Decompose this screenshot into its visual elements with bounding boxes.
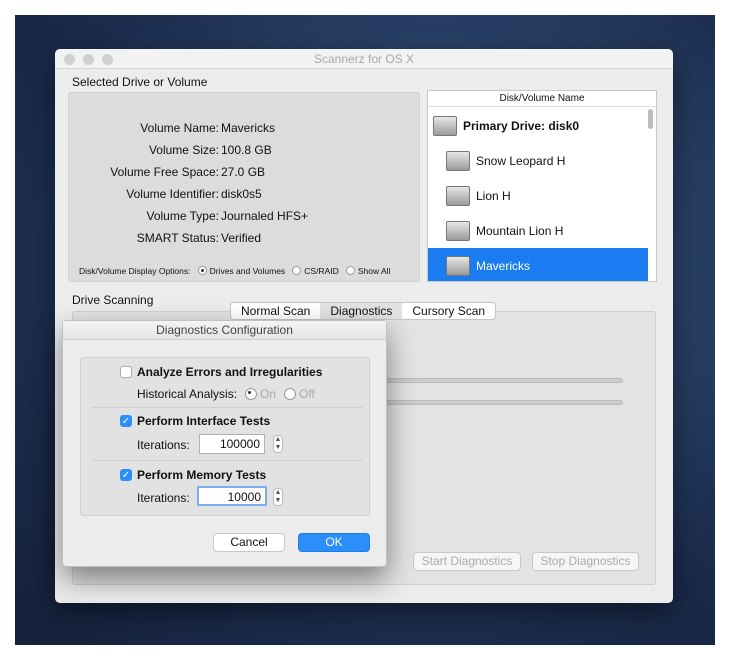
progress-bar [383, 378, 623, 383]
hard-drive-icon [446, 150, 470, 171]
display-options-label: Disk/Volume Display Options: [79, 266, 191, 276]
option-drives-volumes[interactable]: Drives and Volumes [197, 266, 286, 276]
list-item-label: Primary Drive: disk0 [463, 118, 580, 133]
interface-tests-label: Perform Interface Tests [137, 414, 271, 428]
stop-diagnostics-button[interactable]: Stop Diagnostics [532, 552, 639, 571]
memory-tests-checkbox[interactable]: ✓ [120, 469, 132, 481]
window-title: Scannerz for OS X [313, 52, 415, 66]
iterations-label: Iterations: [137, 491, 190, 505]
list-item-label: Mavericks [476, 258, 531, 273]
radio-icon [292, 266, 302, 275]
radio-icon [197, 266, 207, 275]
list-item[interactable]: Snow Leopard H [428, 143, 648, 178]
historical-on-radio[interactable]: On [245, 387, 276, 401]
memory-iterations-input[interactable]: 10000 [197, 486, 267, 506]
radio-icon [284, 388, 296, 400]
list-item[interactable]: Mountain Lion H [428, 213, 648, 248]
field-value: 27.0 GB [221, 165, 266, 179]
field-type: Volume Type: Journaled HFS+ [69, 209, 409, 225]
field-label: Volume Identifier: [126, 187, 219, 201]
list-item-label: Snow Leopard H [476, 153, 566, 168]
list-item-selected[interactable]: Mavericks [428, 248, 648, 281]
field-value: 100.8 GB [221, 143, 272, 157]
option-cs-raid[interactable]: CS/RAID [292, 266, 339, 276]
zoom-button[interactable] [102, 54, 113, 65]
field-identifier: Volume Identifier: disk0s5 [69, 187, 409, 203]
start-diagnostics-button[interactable]: Start Diagnostics [413, 552, 521, 571]
radio-icon [245, 388, 257, 400]
volume-info-panel: Volume Name: Mavericks Volume Size: 100.8 … [68, 92, 420, 282]
hard-drive-icon [446, 255, 470, 276]
hard-drive-icon [446, 220, 470, 241]
hard-drive-icon [446, 185, 470, 206]
historical-label: Historical Analysis: [137, 387, 238, 401]
divider [91, 460, 363, 461]
divider [91, 407, 363, 408]
display-options: Disk/Volume Display Options: Drives and … [79, 266, 390, 276]
interface-iterations-stepper[interactable]: ▲ ▼ [273, 435, 283, 453]
scan-tabs: Normal Scan Diagnostics Cursory Scan [230, 302, 497, 320]
radio-label: Off [299, 387, 315, 401]
diagnostics-dialog: Diagnostics Configuration Analyze Errors… [62, 320, 387, 567]
radio-icon [345, 266, 355, 275]
analyze-label: Analyze Errors and Irregularities [137, 365, 323, 379]
scrollbar[interactable] [648, 109, 653, 129]
ok-button[interactable]: OK [298, 533, 370, 552]
tab-normal-scan[interactable]: Normal Scan [231, 303, 320, 319]
list-item-label: Lion H [476, 188, 511, 203]
field-value: Journaled HFS+ [221, 209, 309, 223]
option-show-all[interactable]: Show All [345, 266, 391, 276]
list-header: Disk/Volume Name [428, 91, 656, 107]
field-free-space: Volume Free Space: 27.0 GB [69, 165, 409, 181]
historical-off-radio[interactable]: Off [284, 387, 315, 401]
field-volume-name: Volume Name: Mavericks [69, 121, 409, 137]
analyze-checkbox[interactable] [120, 366, 132, 378]
iterations-label: Iterations: [137, 438, 190, 452]
radio-label: On [260, 387, 277, 401]
field-value: disk0s5 [221, 187, 262, 201]
progress-bar [383, 400, 623, 405]
memory-tests-label: Perform Memory Tests [137, 468, 267, 482]
field-smart: SMART Status: Verified [69, 231, 409, 247]
title-bar: Scannerz for OS X [55, 49, 673, 69]
field-volume-size: Volume Size: 100.8 GB [69, 143, 409, 159]
volume-list: Disk/Volume Name Primary Drive: disk0 Sn… [427, 90, 657, 282]
field-label: Volume Free Space: [110, 165, 219, 179]
list-item[interactable]: Primary Drive: disk0 [428, 108, 648, 143]
dialog-title: Diagnostics Configuration [63, 321, 386, 340]
list-item[interactable]: Lion H [428, 178, 648, 213]
field-label: Volume Size: [148, 143, 219, 157]
option-label: Drives and Volumes [209, 266, 286, 276]
field-label: Volume Name: [140, 121, 219, 135]
option-label: CS/RAID [304, 266, 339, 276]
list-item-label: Mountain Lion H [476, 223, 564, 238]
tab-cursory-scan[interactable]: Cursory Scan [402, 303, 495, 319]
field-label: SMART Status: [136, 231, 219, 245]
field-label: Volume Type: [146, 209, 220, 223]
field-value: Verified [221, 231, 262, 245]
minimize-button[interactable] [83, 54, 94, 65]
field-value: Mavericks [221, 121, 276, 135]
interface-iterations-input[interactable]: 100000 [199, 434, 265, 454]
cancel-button[interactable]: Cancel [213, 533, 285, 552]
options-panel: Analyze Errors and Irregularities Histor… [80, 357, 370, 516]
scanning-heading: Drive Scanning [72, 293, 154, 307]
option-label: Show All [357, 266, 391, 276]
tab-diagnostics[interactable]: Diagnostics [320, 303, 403, 319]
selected-heading: Selected Drive or Volume [72, 75, 208, 89]
hard-drive-icon [433, 115, 457, 136]
interface-tests-checkbox[interactable]: ✓ [120, 415, 132, 427]
close-button[interactable] [64, 54, 75, 65]
memory-iterations-stepper[interactable]: ▲ ▼ [273, 488, 283, 506]
